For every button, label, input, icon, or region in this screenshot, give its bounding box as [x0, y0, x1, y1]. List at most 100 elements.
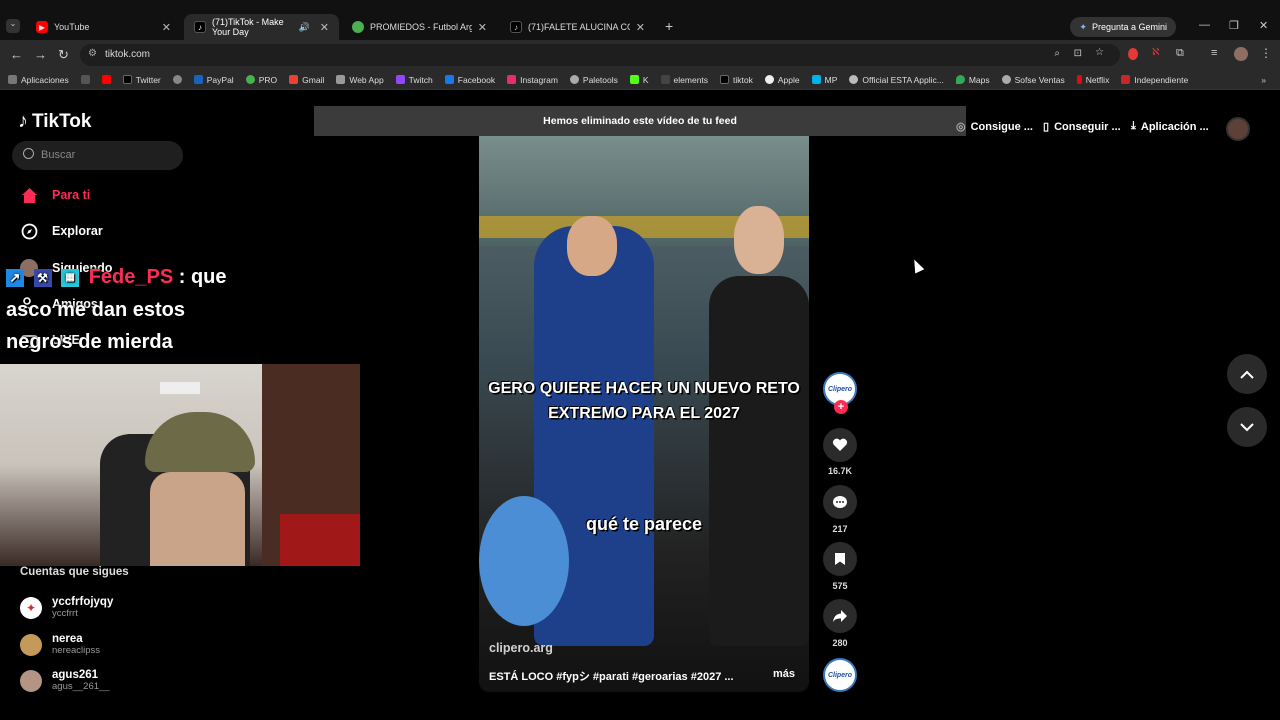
- close-icon[interactable]: ✕: [162, 21, 171, 34]
- button-label: Consigue ...: [970, 120, 1033, 133]
- extension-icon[interactable]: [1128, 48, 1138, 60]
- media-icon[interactable]: ≡: [1211, 47, 1217, 59]
- bookmark-maps[interactable]: Maps: [955, 75, 990, 85]
- tab-title: YouTube: [54, 22, 90, 32]
- sound-avatar[interactable]: Clipero: [823, 658, 857, 692]
- follow-button[interactable]: +: [834, 400, 848, 414]
- like-button[interactable]: [823, 428, 857, 462]
- bookmark-youtube[interactable]: [101, 75, 111, 84]
- install-icon[interactable]: ⊡: [1074, 48, 1082, 59]
- nav-explore[interactable]: Explorar: [20, 222, 103, 240]
- logo-text: TikTok: [32, 110, 92, 132]
- bookmark-twitch[interactable]: Twitch: [395, 75, 433, 85]
- grid-icon: [80, 75, 90, 84]
- tab-search-button[interactable]: ⌄: [6, 19, 20, 33]
- bookmark-sofse[interactable]: Sofse Ventas: [1001, 74, 1065, 85]
- bookmark-facebook[interactable]: Facebook: [444, 75, 495, 85]
- comment-button[interactable]: [823, 485, 857, 519]
- bookmark-k[interactable]: K: [629, 75, 649, 85]
- following-title: Cuentas que sigues: [20, 566, 129, 578]
- browser-tab-strip: ⌄ ▶ YouTube ✕ ♪ (71)TikTok - Make Your D…: [0, 0, 1280, 40]
- extensions-puzzle-icon[interactable]: ⧉: [1176, 47, 1184, 60]
- close-icon[interactable]: ✕: [320, 21, 329, 34]
- more-button[interactable]: más: [773, 668, 795, 680]
- save-button[interactable]: [823, 542, 857, 576]
- bookmark-label: Sofse Ventas: [1014, 74, 1065, 85]
- bookmark-webapp[interactable]: Web App: [336, 75, 384, 85]
- menu-icon[interactable]: ⋮: [1260, 46, 1272, 60]
- restore-button[interactable]: ❐: [1229, 19, 1239, 32]
- bookmark-paypal[interactable]: PayPal: [193, 75, 234, 85]
- speaker-icon[interactable]: 🔊: [299, 22, 310, 33]
- coins-icon: ◎: [956, 121, 966, 133]
- account-item[interactable]: ✦ yccfrfojyqy yccfrrt: [20, 596, 113, 619]
- tiktok-logo[interactable]: ♪ TikTok: [18, 110, 91, 133]
- video-author[interactable]: clipero.arg: [489, 641, 553, 655]
- bookmark-instagram[interactable]: Instagram: [507, 75, 558, 85]
- extension-icon-2[interactable]: ℵ: [1152, 47, 1159, 58]
- bookmark-grid[interactable]: [80, 75, 90, 84]
- tab-title: PROMIEDOS - Futbol Argentino: [370, 22, 472, 32]
- minimize-button[interactable]: —: [1199, 19, 1210, 31]
- tab-promiedos[interactable]: PROMIEDOS - Futbol Argentino ✕: [342, 14, 497, 40]
- tab-tiktok-2[interactable]: ♪ (71)FALETE ALUCINA CON EL TI ✕: [500, 14, 655, 40]
- mp-icon: [811, 75, 821, 84]
- tab-tiktok[interactable]: ♪ (71)TikTok - Make Your Day 🔊 ✕: [184, 14, 339, 40]
- new-tab-button[interactable]: +: [665, 18, 673, 34]
- bookmark-netflix[interactable]: Netflix: [1076, 75, 1109, 85]
- bookmark-paletools[interactable]: Paletools: [569, 75, 618, 85]
- bookmark-mp[interactable]: MP: [811, 75, 837, 85]
- bookmark-gmail[interactable]: Gmail: [289, 75, 324, 85]
- window-close-button[interactable]: ✕: [1259, 19, 1268, 32]
- bookmark-elements[interactable]: elements: [660, 75, 708, 85]
- heart-icon: [832, 438, 848, 451]
- previous-video-button[interactable]: [1227, 354, 1267, 394]
- address-bar[interactable]: ⚙ tiktok.com ⌕ ⊡ ☆: [80, 44, 1120, 66]
- profile-avatar[interactable]: [1226, 117, 1250, 141]
- chat-overlay-line2: asco me dan estos: [6, 299, 185, 321]
- paypal-icon: [193, 75, 203, 84]
- bookmark-apps[interactable]: Aplicaciones: [8, 75, 69, 85]
- account-item[interactable]: agus261 agus__261__: [20, 669, 110, 692]
- gemini-button[interactable]: ✦ Pregunta a Gemini: [1070, 17, 1176, 37]
- cap: [145, 412, 255, 472]
- download-app-button[interactable]: ⤓ Aplicación ...: [1131, 120, 1209, 133]
- bookmark-circle[interactable]: [172, 75, 182, 84]
- close-icon[interactable]: ✕: [636, 21, 645, 34]
- bookmark-esta[interactable]: Official ESTA Applic...: [849, 75, 944, 85]
- reload-button[interactable]: ↻: [58, 47, 69, 63]
- video-player[interactable]: GERO QUIERE HACER UN NUEVO RETO EXTREMO …: [479, 136, 809, 692]
- bookmark-twitter[interactable]: Twitter: [122, 75, 161, 85]
- youtube-icon: [101, 75, 111, 84]
- tiktok-icon: ♪: [510, 21, 522, 33]
- share-button[interactable]: [823, 599, 857, 633]
- x-icon: [122, 75, 132, 84]
- site-info-icon[interactable]: ⚙: [88, 48, 97, 59]
- next-video-button[interactable]: [1227, 407, 1267, 447]
- bookmark-label: Apple: [777, 74, 800, 85]
- tab-youtube[interactable]: ▶ YouTube ✕: [26, 14, 181, 40]
- bookmark-label: Aplicaciones: [21, 74, 69, 85]
- webcam-feed: [0, 364, 360, 566]
- zoom-icon[interactable]: ⌕: [1054, 48, 1060, 59]
- get-coins-button[interactable]: ◎ Consigue ...: [956, 120, 1033, 134]
- account-item[interactable]: nerea nereaclipss: [20, 633, 100, 656]
- back-button[interactable]: ←: [10, 47, 23, 62]
- more-bookmarks-icon[interactable]: »: [1261, 75, 1266, 85]
- search-input[interactable]: Buscar: [12, 141, 183, 170]
- tiktok-icon: ♪: [194, 21, 206, 33]
- forward-button[interactable]: →: [34, 47, 47, 62]
- bookmark-star-icon[interactable]: ☆: [1095, 47, 1104, 58]
- bookmark-independiente[interactable]: Independiente: [1121, 75, 1188, 85]
- account-handle: nereaclipss: [52, 645, 101, 656]
- tab-title: (71)TikTok - Make Your Day: [212, 17, 284, 37]
- promiedos-icon: [352, 21, 364, 33]
- profile-avatar[interactable]: [1234, 47, 1248, 61]
- bookmark-pro[interactable]: PRO: [245, 75, 277, 85]
- instagram-icon: [507, 75, 517, 84]
- get-app-button[interactable]: ▯ Conseguir ...: [1043, 120, 1121, 134]
- nav-for-you[interactable]: Para ti: [20, 186, 90, 204]
- bookmark-tiktok[interactable]: tiktok: [720, 75, 753, 85]
- bookmark-apple[interactable]: Apple: [764, 74, 800, 85]
- close-icon[interactable]: ✕: [478, 21, 487, 34]
